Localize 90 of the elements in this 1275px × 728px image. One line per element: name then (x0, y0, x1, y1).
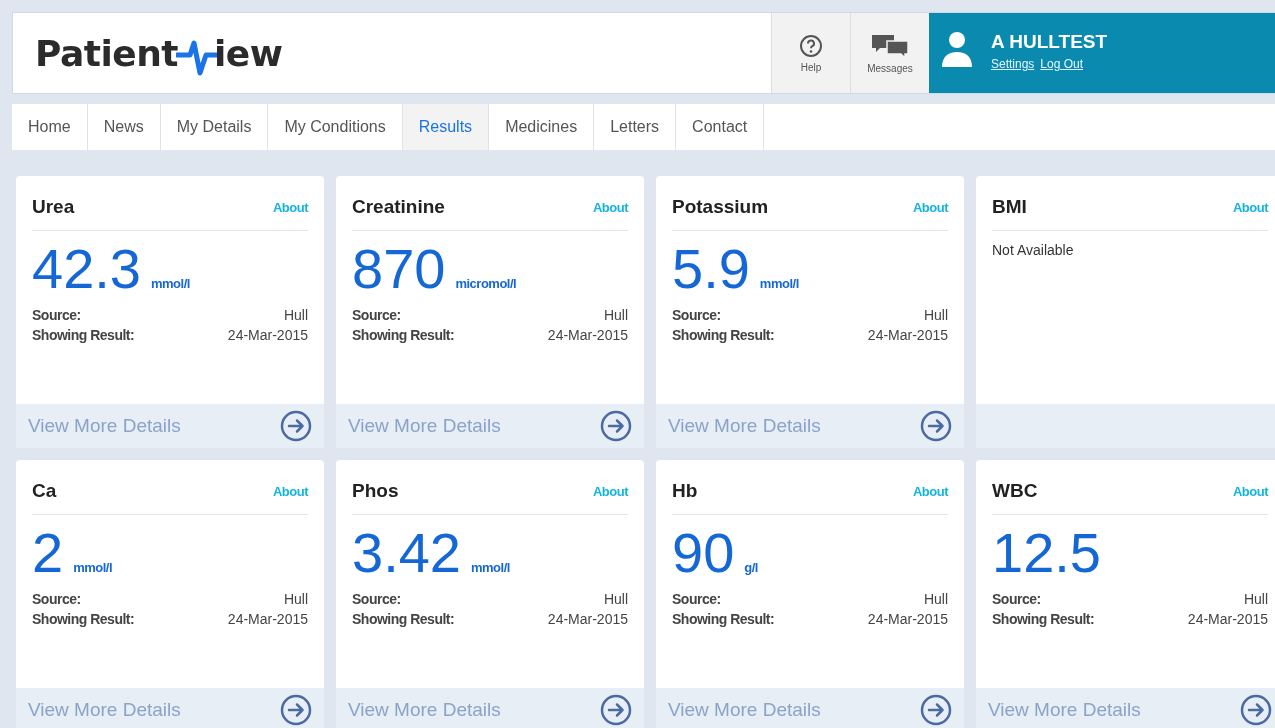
result-unit: mmol/l (759, 276, 799, 291)
about-link[interactable]: About (912, 199, 948, 215)
meta-value: Hull (603, 307, 628, 323)
result-unit: mmol/l (151, 276, 190, 291)
help-button[interactable]: Help (771, 13, 850, 93)
user-name: A HULLTEST (991, 31, 1108, 53)
arrow-circle-icon[interactable] (280, 694, 312, 726)
result-name: Hb (672, 480, 698, 502)
meta-value: 24-Mar-2015 (867, 327, 948, 343)
meta-label: Source: (992, 591, 1041, 607)
result-name: Phos (352, 480, 399, 502)
meta-value: 24-Mar-2015 (227, 327, 308, 343)
meta-value: Hull (603, 591, 628, 607)
meta-label: Source: (672, 307, 721, 323)
nav-tab[interactable]: Medicines (489, 104, 595, 150)
result-value: 3.42 (352, 525, 461, 581)
about-link[interactable]: About (1232, 483, 1268, 499)
logo-text: Patient (35, 32, 178, 74)
result-name: Creatinine (352, 196, 445, 218)
result-unit: micromol/l (455, 276, 517, 291)
view-details-link[interactable]: View More Details (668, 699, 821, 721)
not-available-text: Not Available (992, 242, 1074, 258)
view-details-link[interactable]: View More Details (988, 699, 1141, 721)
result-name: Urea (32, 196, 75, 218)
nav-tab[interactable]: News (87, 104, 161, 150)
nav-tab[interactable]: Results (402, 104, 490, 150)
meta-label: Showing Result: (672, 611, 775, 627)
meta-label: Source: (32, 591, 81, 607)
about-link[interactable]: About (912, 483, 948, 499)
result-name: Potassium (672, 196, 769, 218)
arrow-circle-icon[interactable] (600, 410, 632, 442)
result-value: 870 (352, 241, 446, 297)
view-details-link[interactable]: View More Details (28, 415, 181, 437)
about-link[interactable]: About (592, 483, 628, 499)
result-value: 90 (672, 525, 735, 581)
view-details-link[interactable]: View More Details (668, 415, 821, 437)
result-value: 12.5 (992, 525, 1101, 581)
meta-label: Showing Result: (672, 327, 775, 343)
result-name: Ca (32, 480, 57, 502)
result-unit: mmol/l (73, 560, 113, 575)
about-link[interactable]: About (1232, 199, 1268, 215)
result-value: 2 (32, 525, 64, 581)
meta-value: 24-Mar-2015 (547, 327, 628, 343)
nav-tab[interactable]: Letters (594, 104, 677, 150)
meta-label: Source: (352, 591, 401, 607)
meta-value: Hull (923, 591, 948, 607)
meta-label: Showing Result: (352, 611, 455, 627)
result-value: 5.9 (672, 241, 750, 297)
view-details-link[interactable]: View More Details (348, 415, 501, 437)
nav-tab[interactable]: Contact (676, 104, 765, 150)
view-details-link[interactable]: View More Details (28, 699, 181, 721)
help-icon (799, 33, 823, 58)
meta-value: 24-Mar-2015 (547, 611, 628, 627)
result-name: WBC (992, 480, 1038, 502)
result-value: 42.3 (32, 241, 141, 297)
logo-text: iew (214, 32, 283, 74)
meta-value: 24-Mar-2015 (867, 611, 948, 627)
arrow-circle-icon[interactable] (600, 694, 632, 726)
nav-tab[interactable]: My Details (160, 104, 269, 150)
meta-value: 24-Mar-2015 (1187, 611, 1268, 627)
meta-value: 24-Mar-2015 (227, 611, 308, 627)
meta-value: Hull (283, 307, 308, 323)
view-details-link[interactable]: View More Details (348, 699, 501, 721)
meta-label: Showing Result: (32, 611, 135, 627)
chat-icon (870, 32, 910, 59)
meta-label: Source: (32, 307, 81, 323)
meta-value: Hull (1243, 591, 1268, 607)
arrow-circle-icon[interactable] (280, 410, 312, 442)
meta-label: Source: (672, 591, 721, 607)
meta-label: Showing Result: (352, 327, 455, 343)
result-unit: g/l (744, 560, 758, 575)
user-link[interactable]: Settings (991, 57, 1035, 71)
arrow-circle-icon[interactable] (920, 694, 952, 726)
result-unit: mmol/l (471, 560, 510, 575)
meta-label: Showing Result: (32, 327, 135, 343)
about-link[interactable]: About (592, 199, 628, 215)
about-link[interactable]: About (272, 199, 308, 215)
meta-label: Showing Result: (992, 611, 1095, 627)
arrow-circle-icon[interactable] (1240, 694, 1272, 726)
arrow-circle-icon[interactable] (920, 410, 952, 442)
about-link[interactable]: About (272, 483, 308, 499)
user-link[interactable]: Log Out (1040, 57, 1084, 71)
nav-tab[interactable]: My Conditions (268, 104, 403, 150)
result-name: BMI (992, 196, 1027, 218)
messages-button[interactable]: Messages (850, 13, 929, 93)
nav-tab[interactable]: Home (12, 104, 88, 150)
meta-value: Hull (283, 591, 308, 607)
meta-label: Source: (352, 307, 401, 323)
meta-value: Hull (923, 307, 948, 323)
user-icon (941, 31, 973, 67)
